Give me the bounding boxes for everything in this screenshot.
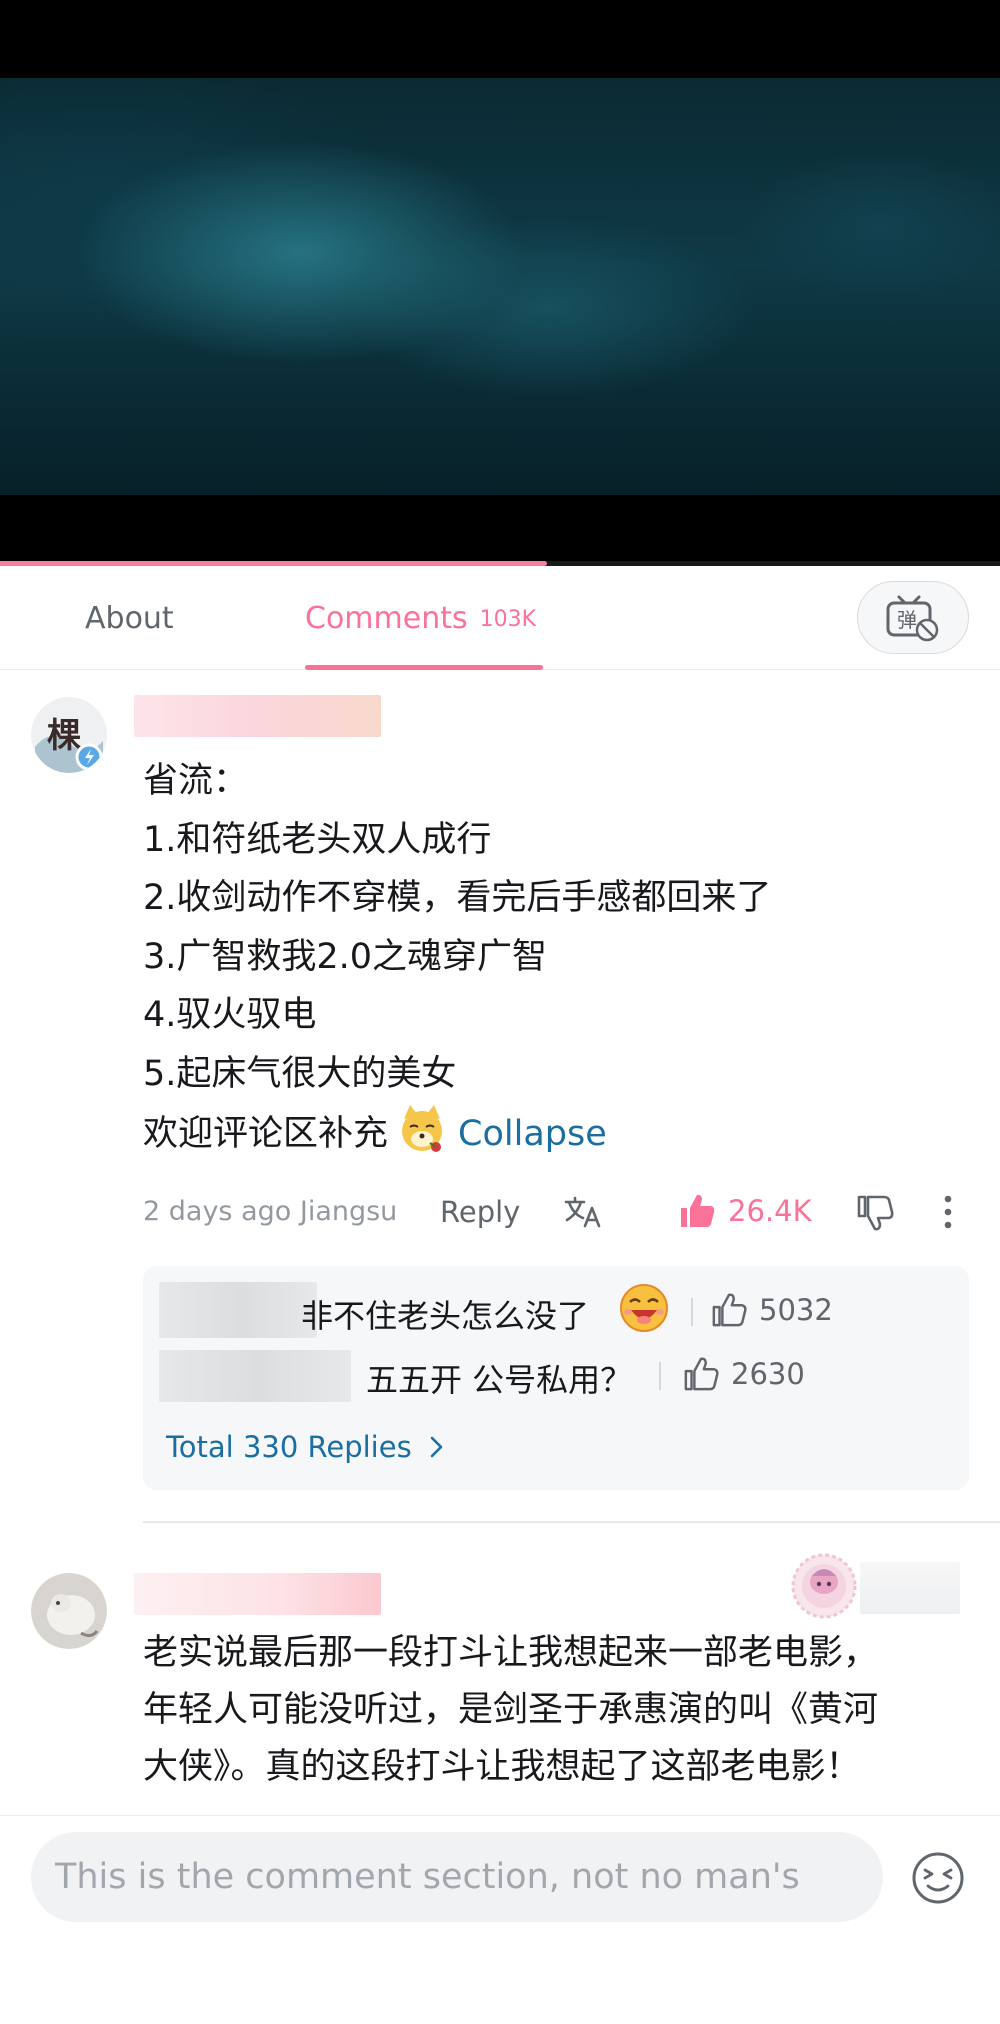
comment-divider	[143, 1521, 1000, 1523]
svg-text:棵: 棵	[47, 716, 81, 756]
danmaku-toggle-icon: 弹	[886, 595, 939, 641]
reply-2-like-count: 2630	[731, 1357, 805, 1391]
comment-input-bar	[0, 1815, 1000, 2024]
laughing-emoji-icon	[618, 1282, 670, 1338]
thumbs-up-icon	[684, 1357, 719, 1391]
like-button[interactable]: 26.4K	[678, 1192, 812, 1230]
reply-2-like-button[interactable]: 2630	[683, 1356, 805, 1392]
active-tab-indicator	[305, 665, 543, 670]
comment-line: 1.和符纸老头双人成行	[143, 819, 492, 860]
comment-line: 欢迎评论区补充	[143, 1114, 389, 1154]
user-badge-icon	[790, 1552, 858, 1624]
tab-bar: About Comments 103K 弹	[0, 566, 1000, 670]
reply-separator	[691, 1298, 693, 1326]
tab-about-label: About	[85, 600, 174, 636]
reply-separator	[659, 1362, 661, 1390]
comment-line: 5.起床气很大的美女	[143, 1053, 457, 1094]
dislike-button[interactable]	[856, 1194, 894, 1236]
like-count: 26.4K	[728, 1194, 812, 1228]
comment-input[interactable]	[31, 1832, 883, 1922]
reply-1-text: 非不住老头怎么没了	[301, 1297, 590, 1335]
emoji-picker-icon[interactable]	[911, 1851, 965, 1909]
translate-icon[interactable]	[563, 1194, 603, 1234]
comment-line: 4.驭火驭电	[143, 995, 317, 1035]
dog-emoji-icon	[396, 1103, 448, 1174]
reply-1-like-count: 5032	[759, 1293, 833, 1327]
commenter-2-avatar[interactable]	[31, 1573, 107, 1649]
danmaku-toggle-button[interactable]: 弹	[857, 581, 969, 654]
comment-time-location: 2 days ago Jiangsu	[143, 1196, 398, 1227]
reply-1-like-button[interactable]: 5032	[711, 1292, 833, 1328]
tab-comments-label: Comments	[305, 600, 468, 636]
reply-preview-box: 非不住老头怎么没了 5032 五五开 公号私用？ 2630 Total 330 …	[143, 1266, 969, 1490]
commenter-1-avatar[interactable]: 棵	[31, 697, 107, 773]
commenter-2-username[interactable]	[134, 1573, 381, 1615]
commenter-1-username[interactable]	[134, 695, 381, 737]
avatar-image	[31, 1573, 107, 1649]
tab-about[interactable]: About	[85, 566, 174, 670]
comment-last-line: 欢迎评论区补充 Collapse	[143, 1103, 963, 1174]
comment-line: 省流：	[143, 761, 249, 801]
comments-count: 103K	[479, 606, 537, 632]
video-frame[interactable]	[0, 78, 1000, 495]
more-options-icon[interactable]	[941, 1192, 955, 1236]
comment-line: 年轻人可能没听过，是剑圣于承惠演的叫《黄河	[143, 1690, 879, 1730]
reply-preview-row[interactable]: 五五开 公号私用？ 2630	[159, 1344, 959, 1404]
chevron-right-icon	[430, 1436, 442, 1458]
comment-2-body: 老实说最后那一段打斗让我想起来一部老电影， 年轻人可能没听过，是剑圣于承惠演的叫…	[143, 1625, 973, 1796]
reply-preview-row[interactable]: 非不住老头怎么没了 5032	[159, 1280, 959, 1340]
comment-line: 3.广智救我2.0之魂穿广智	[143, 936, 548, 977]
total-replies-link[interactable]: Total 330 Replies	[166, 1430, 448, 1464]
comment-1-body: 省流： 1.和符纸老头双人成行 2.收剑动作不穿模，看完后手感都回来了 3.广智…	[143, 752, 963, 1174]
comment-line: 大侠》。真的这段打斗让我想起了这部老电影！	[143, 1747, 861, 1787]
comment-1-actions: 2 days ago Jiangsu Reply 26.4K	[143, 1190, 973, 1234]
reply-2-username[interactable]	[159, 1350, 351, 1402]
badge-label	[860, 1562, 960, 1614]
svg-text:弹: 弹	[897, 608, 917, 632]
comment-line: 2.收剑动作不穿模，看完后手感都回来了	[143, 878, 772, 918]
avatar-image: 棵	[31, 697, 107, 773]
reply-2-text: 五五开 公号私用？	[366, 1361, 633, 1399]
comment-line: 老实说最后那一段打斗让我想起来一部老电影，	[143, 1633, 879, 1673]
tab-comments[interactable]: Comments 103K	[305, 566, 536, 670]
collapse-link[interactable]: Collapse	[458, 1114, 607, 1154]
reply-button[interactable]: Reply	[440, 1195, 520, 1229]
thumbs-down-icon	[857, 1195, 894, 1231]
reply-1-username[interactable]	[159, 1282, 317, 1338]
video-player[interactable]	[0, 0, 1000, 566]
thumbs-up-icon	[712, 1293, 747, 1327]
thumbs-up-filled-icon	[681, 1194, 715, 1227]
total-replies-label: Total 330 Replies	[166, 1430, 412, 1464]
